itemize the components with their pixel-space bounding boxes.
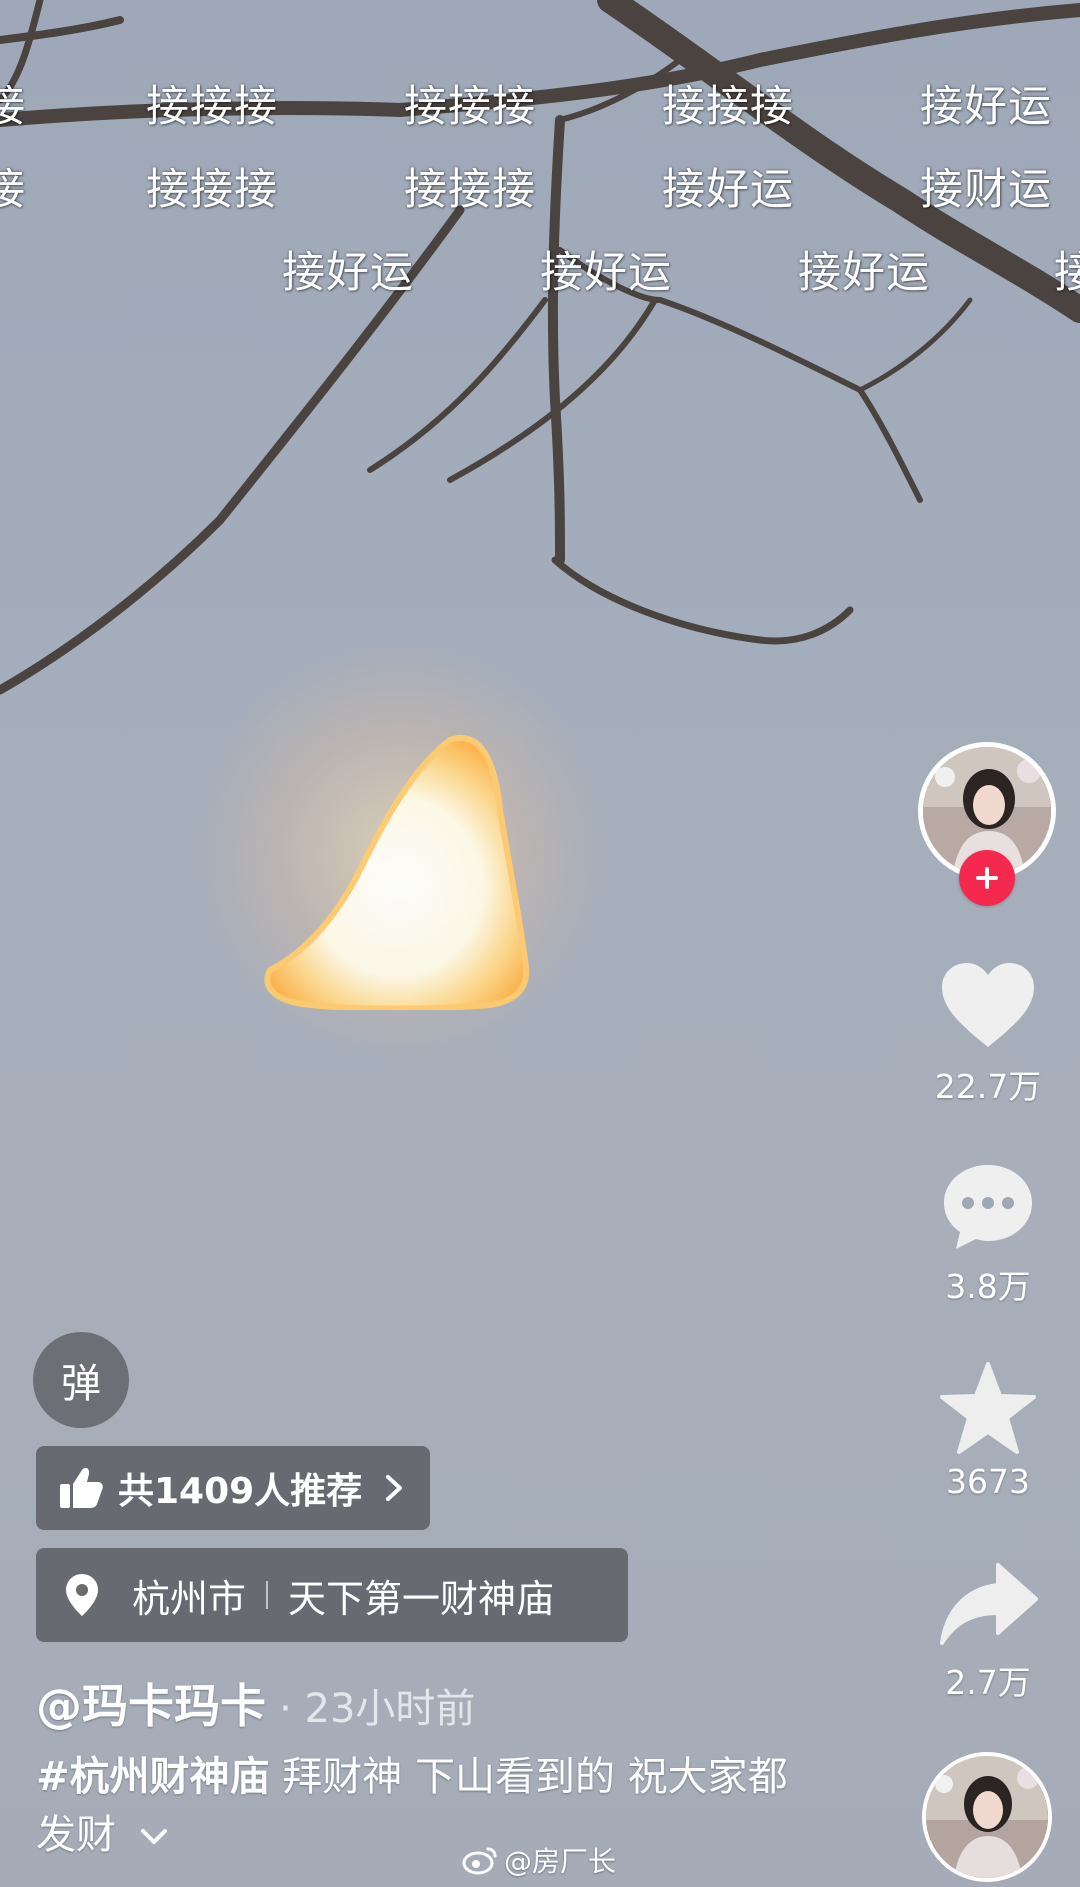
share-button[interactable] (938, 1556, 1038, 1652)
location-place: 天下第一财神庙 (288, 1576, 555, 1621)
recommend-button[interactable]: 共1409人推荐 (36, 1446, 430, 1530)
location-button[interactable]: 杭州市 天下第一财神庙 (36, 1548, 628, 1642)
music-disc-avatar[interactable] (922, 1752, 1052, 1882)
post-time: · 23小时前 (279, 1686, 476, 1732)
favorite-button[interactable] (938, 1360, 1038, 1456)
like-count: 22.7万 (934, 1067, 1042, 1106)
like-button[interactable] (938, 958, 1038, 1054)
danmaku-comment: 接接接 (146, 165, 278, 215)
caption-hashtag[interactable]: #杭州财神庙 (36, 1754, 270, 1800)
watermark: @房厂长 (462, 1840, 616, 1880)
author-name[interactable]: @玛卡玛卡 (36, 1679, 266, 1733)
share-count: 2.7万 (945, 1663, 1031, 1702)
comment-count: 3.8万 (945, 1267, 1031, 1306)
favorite-count: 3673 (946, 1462, 1030, 1501)
video-caption[interactable]: #杭州财神庙 拜财神 下山看到的 祝大家都发财 (36, 1748, 796, 1864)
danmaku-comment: 接 (0, 165, 26, 215)
weibo-icon (462, 1847, 497, 1875)
watermark-text: @房厂长 (504, 1845, 617, 1878)
star-icon (940, 1362, 1036, 1454)
plus-icon (976, 867, 998, 889)
share-icon (940, 1563, 1038, 1645)
danmaku-toggle-button[interactable]: 弹 (33, 1332, 129, 1428)
danmaku-comment: 接 (1054, 248, 1080, 298)
glowing-sun-shape (264, 735, 530, 1010)
danmaku-comment: 接好运 (540, 248, 672, 298)
danmaku-comment: 接好运 (662, 165, 794, 215)
avatar-photo (926, 1756, 1048, 1878)
thumbs-up-icon (60, 1467, 103, 1508)
location-city: 杭州市 (132, 1576, 247, 1621)
comment-icon (944, 1165, 1032, 1249)
danmaku-comment: 接 (0, 82, 26, 132)
location-divider (266, 1581, 269, 1609)
danmaku-comment: 接好运 (798, 248, 930, 298)
recommend-text: 共1409人推荐 (118, 1471, 363, 1512)
video-screen[interactable]: 接 接接接 接接接 接接接 接好运 接 接接接 接接接 接好运 接财运 接好运 … (0, 0, 1080, 1887)
chevron-right-icon (386, 1475, 403, 1501)
danmaku-comment: 接好运 (282, 248, 414, 298)
chevron-down-icon[interactable] (139, 1827, 169, 1847)
danmaku-comment: 接接接 (404, 165, 536, 215)
danmaku-comment: 接财运 (920, 165, 1052, 215)
location-pin-icon (66, 1574, 98, 1616)
danmaku-comment: 接接接 (146, 82, 278, 132)
follow-button[interactable] (959, 850, 1015, 906)
danmaku-comment: 接好运 (920, 82, 1052, 132)
danmaku-comment: 接接接 (404, 82, 536, 132)
danmaku-toggle-label: 弹 (61, 1361, 101, 1407)
heart-icon (942, 963, 1034, 1047)
author-line: @玛卡玛卡 · 23小时前 (36, 1670, 475, 1736)
comment-button[interactable] (938, 1158, 1038, 1254)
danmaku-comment: 接接接 (662, 82, 794, 132)
